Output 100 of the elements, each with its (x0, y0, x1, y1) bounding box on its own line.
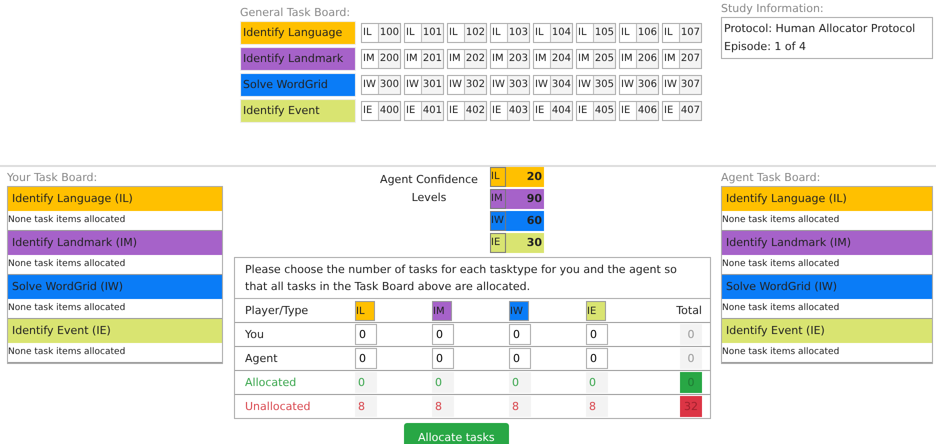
confidence-value: 60 (526, 213, 543, 229)
task-number: 104 (551, 26, 572, 40)
task-number: 103 (508, 26, 529, 40)
count-input[interactable]: 0 (586, 324, 608, 345)
task-type-header: Identify Landmark (IM) (722, 231, 932, 255)
task-type-header: Solve WordGrid (IW) (8, 275, 222, 299)
task-type-header: Identify Event (IE) (722, 319, 932, 343)
column-header: Player/Type (245, 304, 308, 317)
task-number: 204 (551, 52, 572, 66)
task-type-label: Identify Event (240, 99, 356, 123)
task-code: IE (620, 102, 637, 120)
study-info-line: Episode: 1 of 4 (724, 39, 807, 55)
task-code: IM (663, 50, 680, 68)
count-input[interactable]: 0 (355, 324, 377, 345)
task-type-header: Solve WordGrid (IW) (722, 275, 932, 299)
task-number: 400 (379, 104, 400, 118)
task-number: 402 (465, 104, 486, 118)
count-input[interactable]: 0 (355, 348, 377, 369)
count-value: 8 (509, 396, 531, 417)
task-number: 106 (637, 26, 658, 40)
count-input[interactable]: 0 (432, 348, 454, 369)
task-number: 401 (422, 104, 443, 118)
task-number: 407 (680, 104, 701, 118)
task-number: 405 (594, 104, 615, 118)
count-value: 8 (355, 396, 377, 417)
type-code: IW (490, 211, 506, 231)
count-input[interactable]: 0 (432, 324, 454, 345)
board-title: General Task Board: (240, 6, 352, 19)
task-code: IW (491, 76, 508, 94)
task-type-header: Identify Landmark (IM) (8, 231, 222, 255)
task-code: IM (405, 50, 422, 68)
count-value: 0 (432, 372, 454, 393)
task-code: IW (620, 76, 637, 94)
task-code: IE (663, 102, 680, 120)
type-code: IM (490, 189, 506, 209)
count-input[interactable]: 0 (586, 348, 608, 369)
board-title: Agent Task Board: (721, 171, 822, 184)
task-code: IW (405, 76, 422, 94)
task-code: IE (448, 102, 465, 120)
task-number: 300 (379, 78, 400, 92)
count-input[interactable]: 0 (509, 324, 531, 345)
task-code: IM (534, 50, 551, 68)
task-code: IW (663, 76, 680, 94)
task-number: 304 (551, 78, 572, 92)
count-value: 8 (586, 396, 608, 417)
task-number: 205 (594, 52, 615, 66)
task-number: 102 (465, 26, 486, 40)
task-type-header: Identify Language (IL) (8, 187, 222, 211)
total-value: 32 (680, 396, 702, 417)
status-text: None task items allocated (8, 343, 222, 363)
task-number: 307 (680, 78, 701, 92)
type-code: IE (490, 233, 506, 253)
task-type-header: Identify Language (IL) (722, 187, 932, 211)
count-input[interactable]: 0 (509, 348, 531, 369)
task-number: 101 (422, 26, 443, 40)
count-value: 8 (432, 396, 454, 417)
task-number: 306 (637, 78, 658, 92)
status-text: None task items allocated (722, 343, 932, 363)
row-label: You (245, 328, 264, 341)
study-title: Study Information: (721, 2, 825, 15)
task-type-label: Identify Language (240, 21, 356, 45)
task-number: 406 (637, 104, 658, 118)
confidence-value: 30 (526, 235, 543, 251)
task-code: IW (362, 76, 379, 94)
count-value: 0 (509, 372, 531, 393)
task-number: 207 (680, 52, 701, 66)
task-number: 201 (422, 52, 443, 66)
total-value: 0 (680, 348, 702, 369)
task-code: IW (577, 76, 594, 94)
type-header: IL (355, 300, 375, 320)
task-type-label: Identify Landmark (240, 47, 356, 71)
row-label: Allocated (245, 376, 296, 389)
task-number: 305 (594, 78, 615, 92)
study-info-line: Protocol: Human Allocator Protocol (724, 21, 916, 37)
instructions-text: Please choose the number of tasks for each tasktype for you and the agent so that all tasks in the Task Board above are allocated. (235, 258, 710, 299)
type-header: IM (432, 300, 452, 320)
task-number: 200 (379, 52, 400, 66)
task-code: IL (620, 24, 637, 42)
task-code: IM (577, 50, 594, 68)
task-code: IL (534, 24, 551, 42)
task-number: 303 (508, 78, 529, 92)
task-number: 203 (508, 52, 529, 66)
board-title: Your Task Board: (7, 171, 98, 184)
task-number: 100 (379, 26, 400, 40)
task-code: IE (577, 102, 594, 120)
task-number: 301 (422, 78, 443, 92)
row-label: Agent (245, 352, 278, 365)
column-header: Total (676, 304, 702, 317)
task-code: IL (448, 24, 465, 42)
task-code: IL (405, 24, 422, 42)
task-code: IL (663, 24, 680, 42)
task-code: IM (448, 50, 465, 68)
task-code: IW (448, 76, 465, 94)
task-code: IE (405, 102, 422, 120)
task-code: IW (534, 76, 551, 94)
count-value: 0 (355, 372, 377, 393)
task-code: IE (491, 102, 508, 120)
task-code: IL (491, 24, 508, 42)
task-number: 107 (680, 26, 701, 40)
task-code: IE (534, 102, 551, 120)
